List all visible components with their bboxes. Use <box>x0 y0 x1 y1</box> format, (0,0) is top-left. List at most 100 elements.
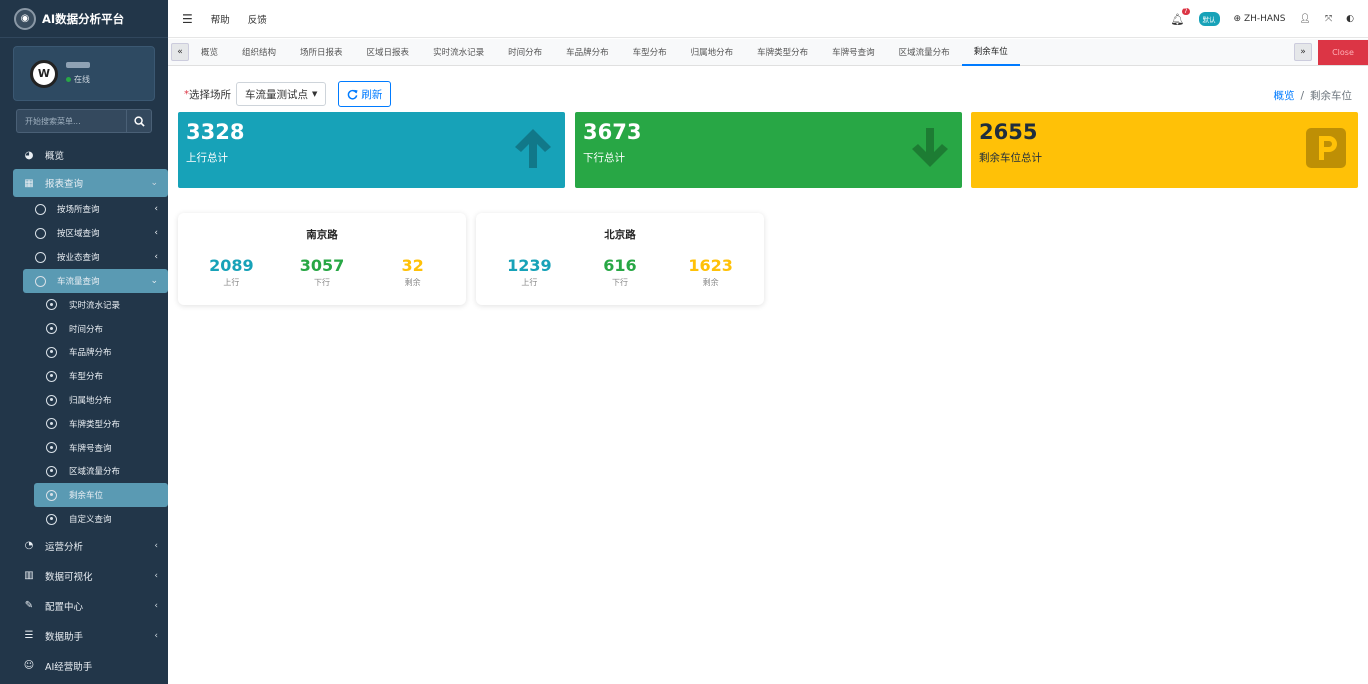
help-link[interactable]: 帮助 <box>211 12 230 26</box>
radio-icon <box>46 513 57 525</box>
stat-up: 2089 上行 <box>191 256 271 288</box>
sidebar-item-label: AI经营助手 <box>45 661 93 673</box>
sidebar-item-label: 按场所查询 <box>57 205 100 215</box>
sidebar-leaf-plate-query[interactable]: 车牌号查询 <box>0 436 168 460</box>
tab-brand[interactable]: 车品牌分布 <box>554 39 621 66</box>
sidebar-item-label: 运营分析 <box>45 541 84 553</box>
sidebar-sub-by-format[interactable]: 按业态查询 ‹ <box>0 245 168 269</box>
chevron-left-icon: ‹ <box>154 252 158 262</box>
breadcrumb-home[interactable]: 概览 <box>1273 90 1294 102</box>
tab-scroll-right-button[interactable]: » <box>1294 43 1312 61</box>
tab-time[interactable]: 时间分布 <box>496 39 554 66</box>
tab-site-daily[interactable]: 场所日报表 <box>288 39 355 66</box>
topbar-right: 🔔︎ 7 默认 ⊕ ZH-HANS 👤︎ ⤧ ◐ <box>1171 0 1354 38</box>
sidebar-leaf-realtime[interactable]: 实时流水记录 <box>0 293 168 317</box>
tab-overview[interactable]: 概览 <box>189 39 230 66</box>
sidebar-leaf-origin[interactable]: 归属地分布 <box>0 388 168 412</box>
notification-button[interactable]: 🔔︎ 7 <box>1171 7 1190 26</box>
site-name: 北京路 <box>604 229 636 241</box>
sidebar-item-ops[interactable]: ◔ 运营分析 ‹ <box>0 531 168 561</box>
chevron-left-icon: ‹ <box>154 228 158 238</box>
sidebar-leaf-plate-type[interactable]: 车牌类型分布 <box>0 412 168 436</box>
stat-down-value: 3057 <box>299 256 345 275</box>
menu-search-input[interactable] <box>16 109 126 133</box>
tab-region-flow[interactable]: 区域流量分布 <box>887 39 962 66</box>
sidebar-item-label: 剩余车位 <box>69 491 104 502</box>
tab-org[interactable]: 组织结构 <box>230 39 288 66</box>
menu-toggle-icon[interactable]: ☰ <box>182 12 193 26</box>
dashboard-icon: ◕ <box>24 149 34 161</box>
chevron-left-icon: ‹ <box>154 204 158 214</box>
sidebar-item-viz[interactable]: ▥ 数据可视化 ‹ <box>0 561 168 591</box>
tab-realtime[interactable]: 实时流水记录 <box>421 39 496 66</box>
site-name: 南京路 <box>306 229 338 241</box>
stat-remaining-label: 剩余 <box>404 278 421 287</box>
tab-remaining[interactable]: 剩余车位 <box>961 39 1020 66</box>
sidebar-sub-traffic[interactable]: 车流量查询 ⌄ <box>23 269 168 293</box>
bar-chart-icon: ▥ <box>24 570 34 582</box>
stat-up-label: 上行 <box>223 278 240 287</box>
sidebar-item-label: 归属地分布 <box>69 396 112 407</box>
sidebar-leaf-region-flow[interactable]: 区域流量分布 <box>0 460 168 484</box>
circle-icon <box>35 275 46 287</box>
sidebar-item-label: 实时流水记录 <box>69 300 121 311</box>
app-title: AI数据分析平台 <box>42 11 125 26</box>
sidebar-leaf-model[interactable]: 车型分布 <box>0 364 168 388</box>
palette-icon[interactable]: ◐ <box>1346 14 1354 24</box>
tab-origin[interactable]: 归属地分布 <box>679 39 746 66</box>
site-stats: 1239 上行 616 下行 1623 剩余 <box>476 256 764 288</box>
user-panel[interactable]: W 在线 <box>13 46 155 101</box>
breadcrumb-separator: / <box>1300 90 1304 102</box>
language-selector[interactable]: ⊕ ZH-HANS <box>1234 14 1286 24</box>
close-tabs-button[interactable]: Close <box>1318 40 1368 65</box>
up-total-value: 3328 <box>186 120 245 144</box>
site-select[interactable]: 车流量测试点 ▼ <box>236 82 327 106</box>
chevron-left-icon: ‹ <box>154 600 158 611</box>
refresh-button[interactable]: 刷新 <box>338 81 392 107</box>
down-total-label: 下行总计 <box>583 152 625 164</box>
sidebar-item-label: 车品牌分布 <box>69 348 112 359</box>
site-card: 北京路 1239 上行 616 下行 1623 剩余 <box>476 213 764 305</box>
sidebar-item-label: 报表查询 <box>45 179 84 190</box>
default-badge[interactable]: 默认 <box>1198 12 1220 26</box>
stat-down: 3057 下行 <box>282 256 362 288</box>
sidebar-sub-by-region[interactable]: 按区域查询 ‹ <box>0 221 168 245</box>
tab-plate-type[interactable]: 车牌类型分布 <box>745 39 820 66</box>
stat-remaining: 1623 剩余 <box>671 256 751 288</box>
site-stats: 2089 上行 3057 下行 32 剩余 <box>178 256 466 288</box>
sidebar-leaf-time[interactable]: 时间分布 <box>0 317 168 341</box>
tab-model[interactable]: 车型分布 <box>621 39 679 66</box>
tab-bar: « 概览 组织结构 场所日报表 区域日报表 实时流水记录 时间分布 车品牌分布 … <box>168 39 1368 66</box>
stat-up: 1239 上行 <box>489 256 569 288</box>
sidebar-item-ai-assistant[interactable]: ☺ AI经营助手 <box>0 651 168 681</box>
notification-badge: 7 <box>1181 7 1190 15</box>
menu-search-button[interactable] <box>126 109 152 133</box>
chevron-down-icon: ⌄ <box>150 276 158 286</box>
tab-region-daily[interactable]: 区域日报表 <box>355 39 422 66</box>
sidebar-leaf-remaining[interactable]: 剩余车位 <box>34 483 168 508</box>
fullscreen-icon[interactable]: ⤧ <box>1325 14 1332 24</box>
sidebar-item-overview[interactable]: ◕ 概览 <box>0 141 168 169</box>
sidebar-item-label: 区域流量分布 <box>69 467 121 478</box>
radio-icon <box>46 370 57 382</box>
online-dot-icon <box>66 77 71 82</box>
topbar: ☰ 帮助 反馈 🔔︎ 7 默认 ⊕ ZH-HANS 👤︎ ⤧ ◐ <box>168 0 1368 38</box>
sidebar-item-label: 车牌号查询 <box>69 443 112 454</box>
sidebar-item-label: 配置中心 <box>45 601 84 613</box>
sidebar-sub-by-site[interactable]: 按场所查询 ‹ <box>0 197 168 221</box>
feedback-link[interactable]: 反馈 <box>248 12 267 26</box>
sidebar-item-data-assistant[interactable]: ☰ 数据助手 ‹ <box>0 621 168 651</box>
menu-search <box>16 109 152 133</box>
sidebar-leaf-brand[interactable]: 车品牌分布 <box>0 341 168 365</box>
sidebar-item-config[interactable]: ✎ 配置中心 ‹ <box>0 591 168 621</box>
tab-plate-query[interactable]: 车牌号查询 <box>820 39 887 66</box>
tab-scroll-left-button[interactable]: « <box>171 43 189 61</box>
sidebar-item-label: 数据助手 <box>45 631 84 643</box>
remaining-total-card: 2655 剩余车位总计 <box>971 112 1358 188</box>
brand[interactable]: ◉ AI数据分析平台 <box>0 0 168 38</box>
user-icon[interactable]: 👤︎ <box>1300 14 1311 24</box>
sidebar-leaf-custom[interactable]: 自定义查询 <box>0 507 168 531</box>
up-total-label: 上行总计 <box>186 152 228 164</box>
sidebar-item-label: 车型分布 <box>69 372 104 383</box>
sidebar-item-report[interactable]: ▦ 报表查询 ⌄ <box>13 169 168 197</box>
